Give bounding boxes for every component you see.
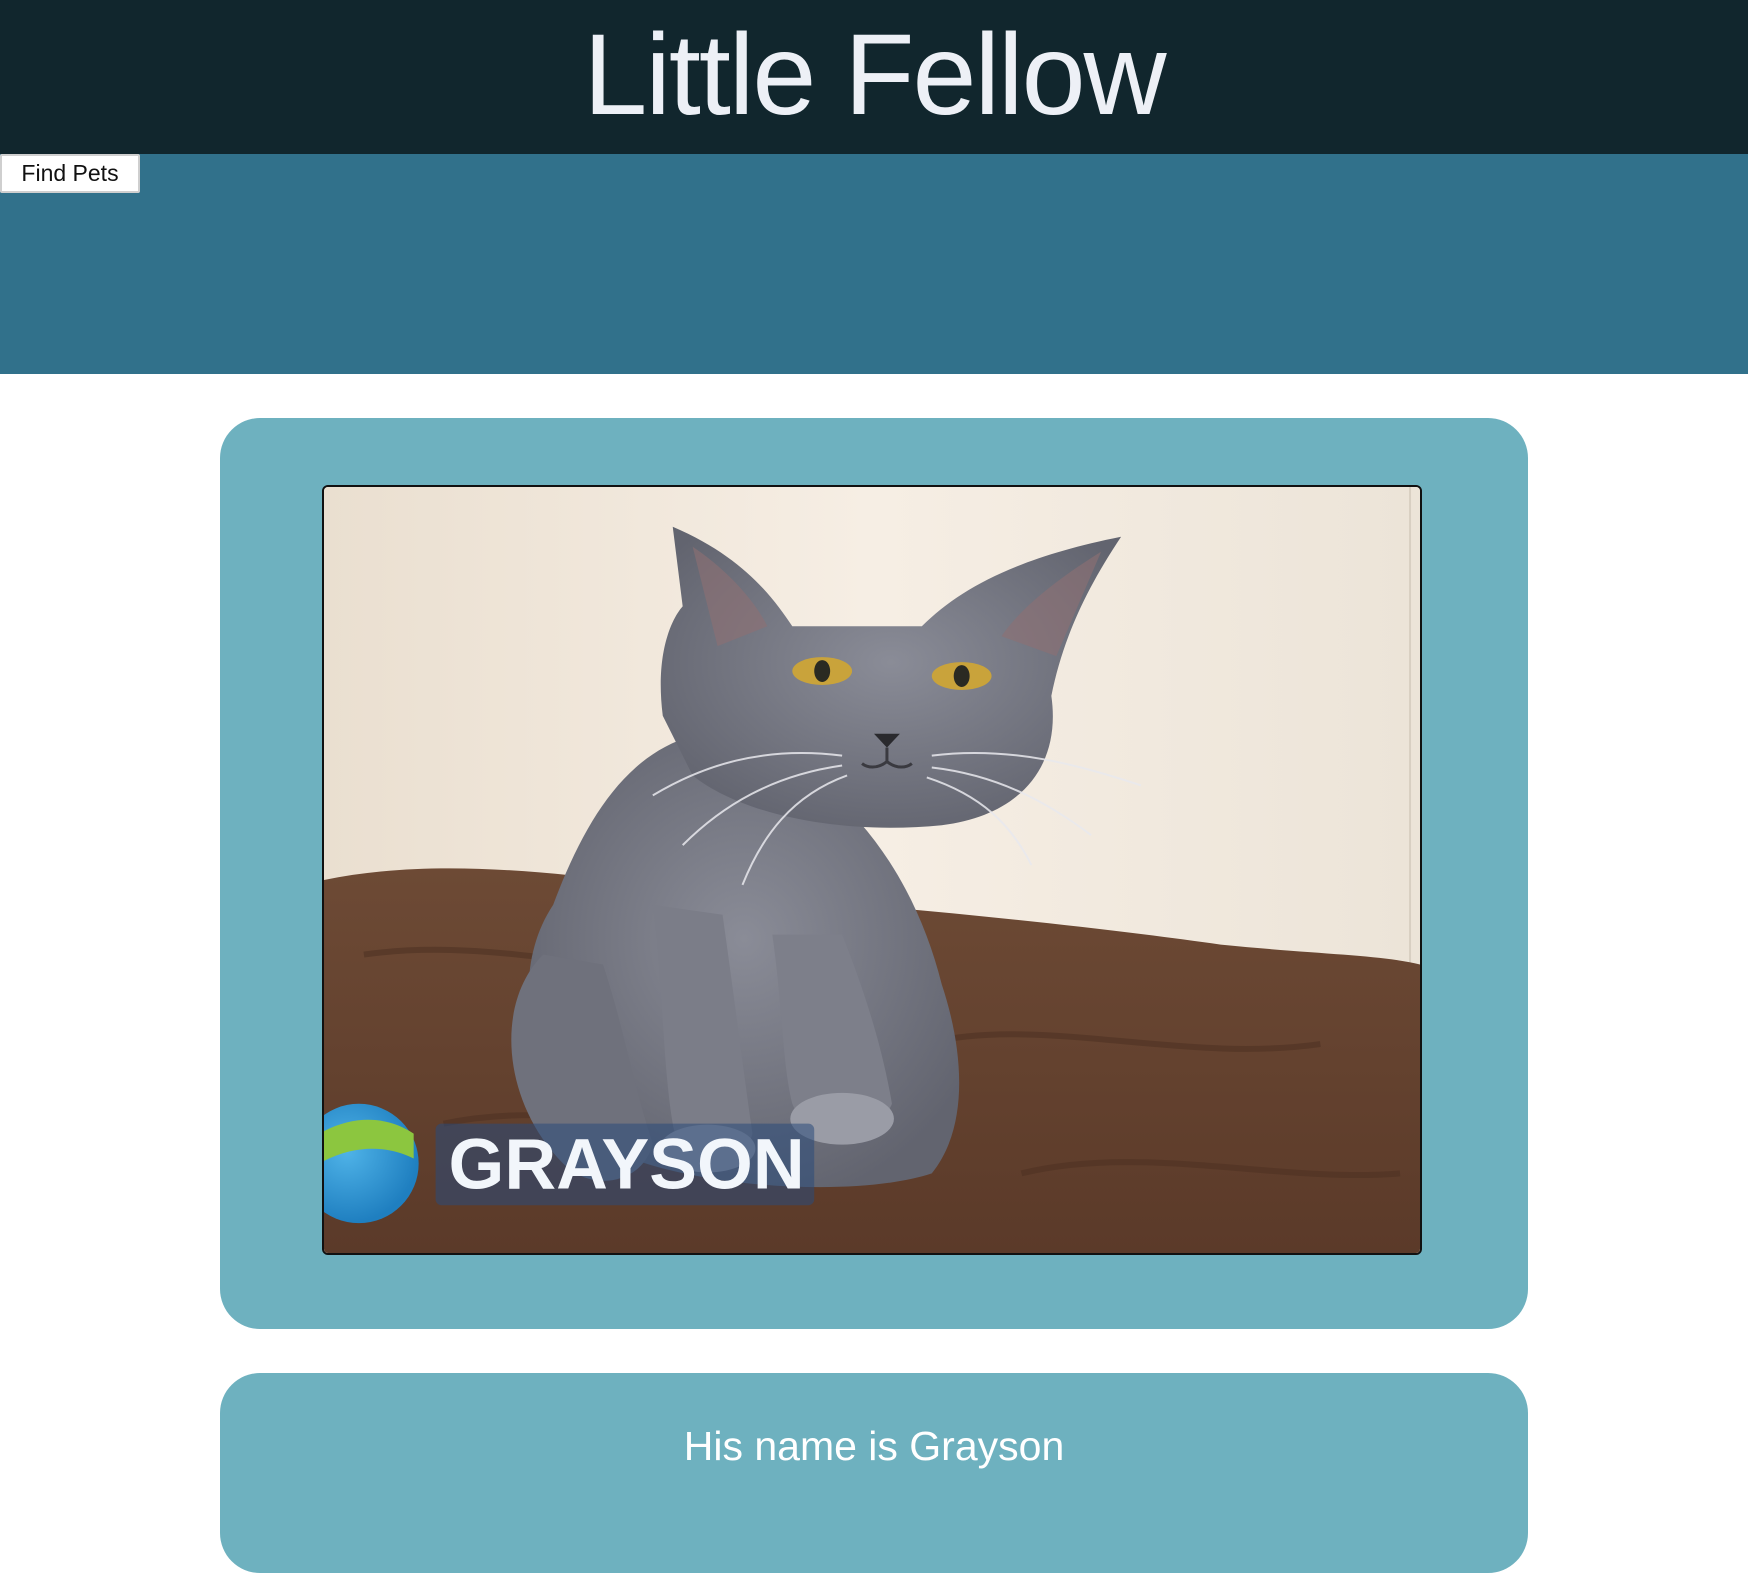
pet-name-card: His name is Grayson [220, 1373, 1528, 1573]
find-pets-button[interactable]: Find Pets [0, 154, 140, 193]
photo-caption: GRAYSON [449, 1124, 805, 1204]
pet-photo-card: GRAYSON [220, 418, 1528, 1329]
site-title: Little Fellow [583, 10, 1166, 139]
pet-photo: GRAYSON [322, 485, 1422, 1255]
cat-photo-illustration: GRAYSON [324, 487, 1420, 1253]
site-header: Little Fellow [0, 0, 1748, 154]
pet-intro-text: His name is Grayson [683, 1423, 1065, 1469]
nav-bar: Find Pets [0, 154, 1748, 374]
